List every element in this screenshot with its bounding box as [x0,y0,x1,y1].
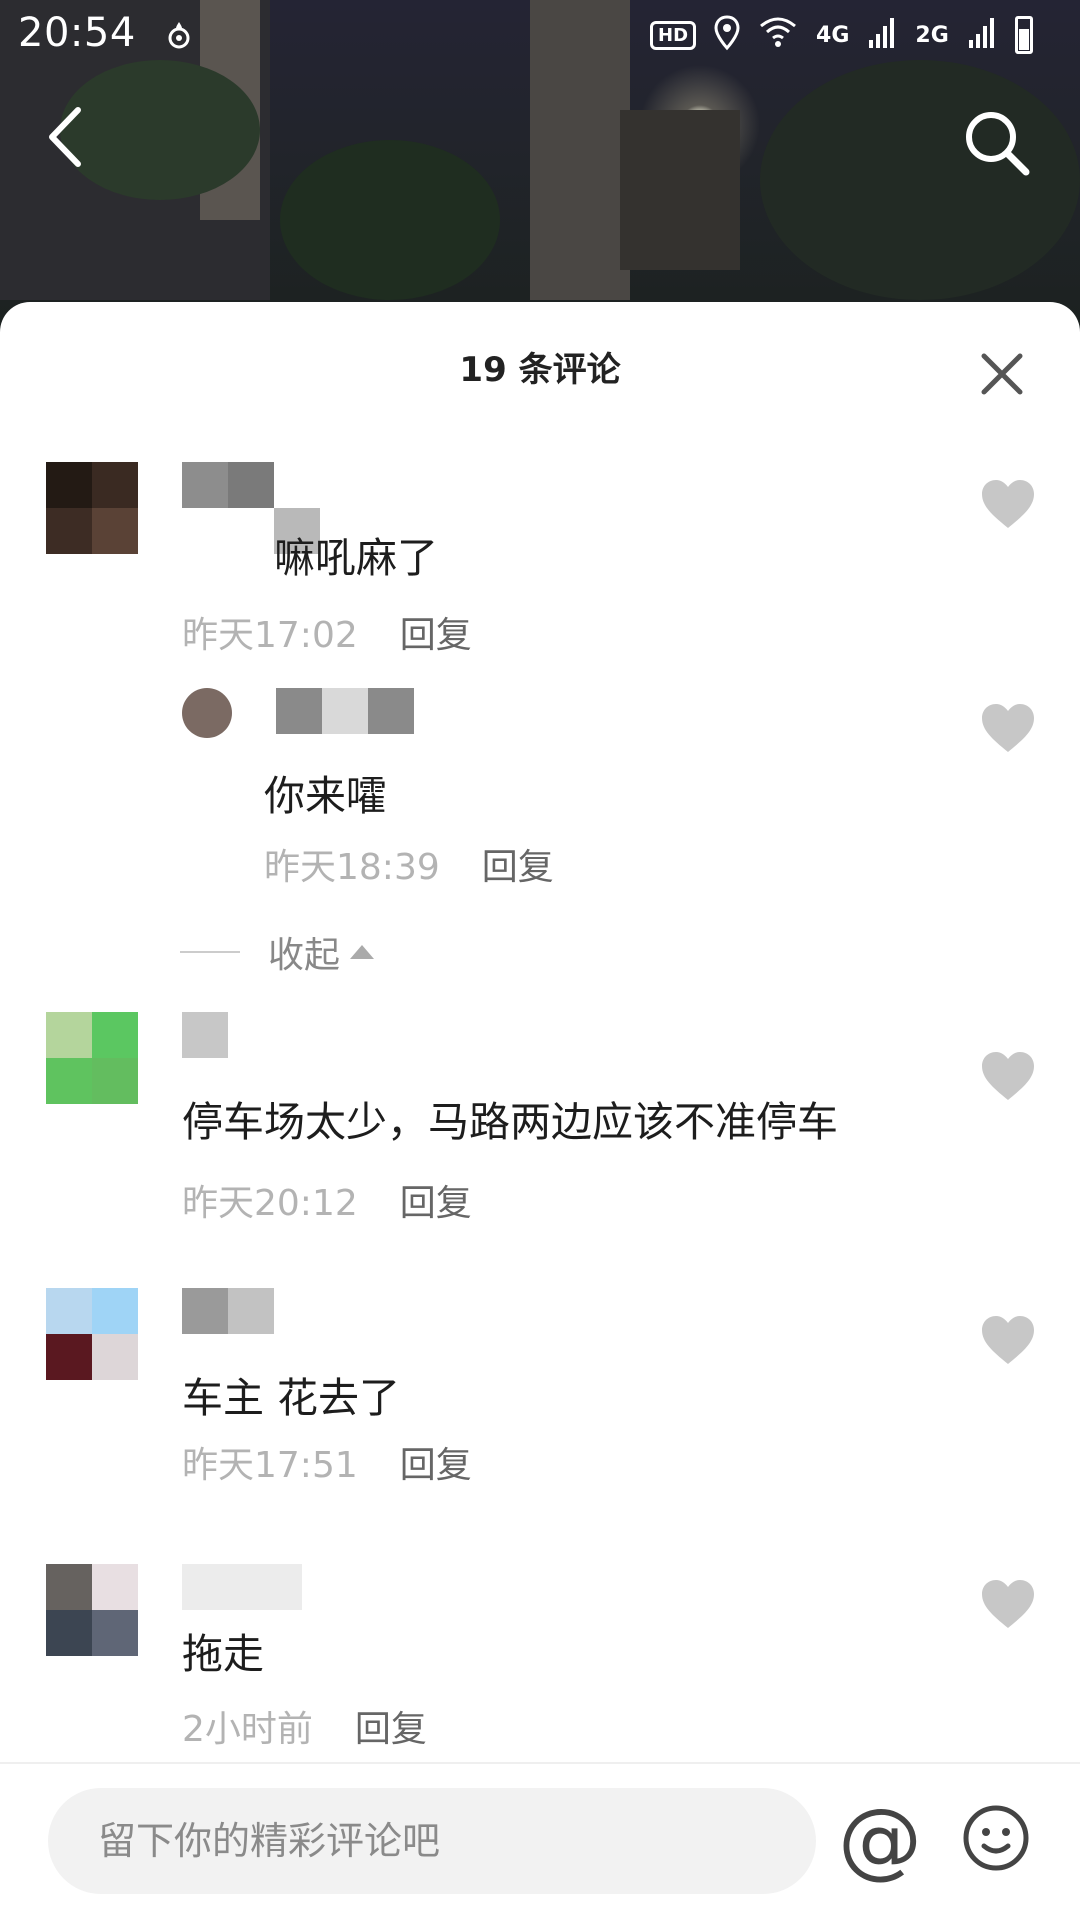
username-blurred[interactable] [182,1564,302,1610]
avatar[interactable] [46,462,138,554]
emoji-icon [963,1805,1029,1871]
heart-icon [982,1316,1034,1364]
avatar[interactable] [46,1288,138,1380]
comment-timestamp: 昨天17:02 [182,615,358,656]
flame-icon [166,20,192,54]
comment-text: 拖走 [182,1630,264,1678]
triangle-up-icon [350,945,375,959]
comment-timestamp: 昨天18:39 [264,847,440,888]
comment-text: 停车场太少，马路两边应该不准停车 [182,1098,838,1146]
mention-button[interactable]: @ [838,1794,922,1884]
reply-button[interactable]: 回复 [400,615,472,656]
comment-text: 嘛吼麻了 [274,534,438,582]
reply-button[interactable]: 回复 [355,1709,427,1750]
like-button[interactable] [980,1578,1036,1630]
network-4g: 4G [816,22,850,48]
comment-timestamp: 昨天17:51 [182,1445,358,1486]
username-blurred[interactable] [182,462,342,554]
status-time: 20:54 [18,10,136,56]
comment-text: 你来嚯 [264,772,387,820]
heart-icon [982,1052,1034,1100]
like-button[interactable] [980,1314,1036,1366]
reply-button[interactable]: 回复 [400,1445,472,1486]
avatar[interactable] [182,688,232,738]
comment-composer: @ [0,1762,1080,1922]
comment-sheet: 19 条评论 嘛吼麻了 昨天17:02 回复 你来嚯 昨天18:39 回复 收起… [0,302,1080,1920]
comment-count-title: 19 条评论 [459,350,621,390]
reply-button[interactable]: 回复 [482,847,554,888]
status-icons: HD 4G 2G [650,12,1033,58]
back-button[interactable] [44,106,84,172]
avatar[interactable] [46,1012,138,1104]
comment-timestamp: 2小时前 [182,1709,313,1750]
status-bar: 20:54 HD 4G 2G [0,0,1080,72]
search-icon [966,112,1030,176]
comment-timestamp: 昨天20:12 [182,1183,358,1224]
battery-icon [1014,16,1033,54]
username-blurred[interactable] [276,688,416,734]
collapse-label: 收起 [268,935,341,976]
comment-text: 车主 花去了 [182,1374,401,1422]
signal-icon [967,16,997,54]
like-button[interactable] [980,478,1036,530]
reply-button[interactable]: 回复 [400,1183,472,1224]
like-button[interactable] [980,702,1036,754]
divider-line [180,951,240,953]
hd-badge: HD [650,20,697,50]
location-icon [714,15,740,55]
username-blurred[interactable] [182,1288,322,1334]
emoji-button[interactable] [962,1804,1030,1872]
avatar[interactable] [46,1564,138,1656]
comment-list[interactable]: 19 条评论 嘛吼麻了 昨天17:02 回复 你来嚯 昨天18:39 回复 收起… [0,302,1080,1762]
heart-icon [982,480,1034,528]
heart-icon [982,704,1034,752]
close-icon [981,353,1023,395]
search-button[interactable] [962,108,1032,182]
close-button[interactable] [980,352,1024,396]
collapse-replies-button[interactable]: 收起 [180,926,375,978]
network-2g: 2G [915,22,949,48]
comment-input[interactable] [48,1788,816,1894]
like-button[interactable] [980,1050,1036,1102]
username-blurred[interactable] [182,1012,232,1058]
signal-icon [867,16,897,54]
heart-icon [982,1580,1034,1628]
chevron-left-icon [49,107,81,167]
wifi-icon [758,16,798,54]
